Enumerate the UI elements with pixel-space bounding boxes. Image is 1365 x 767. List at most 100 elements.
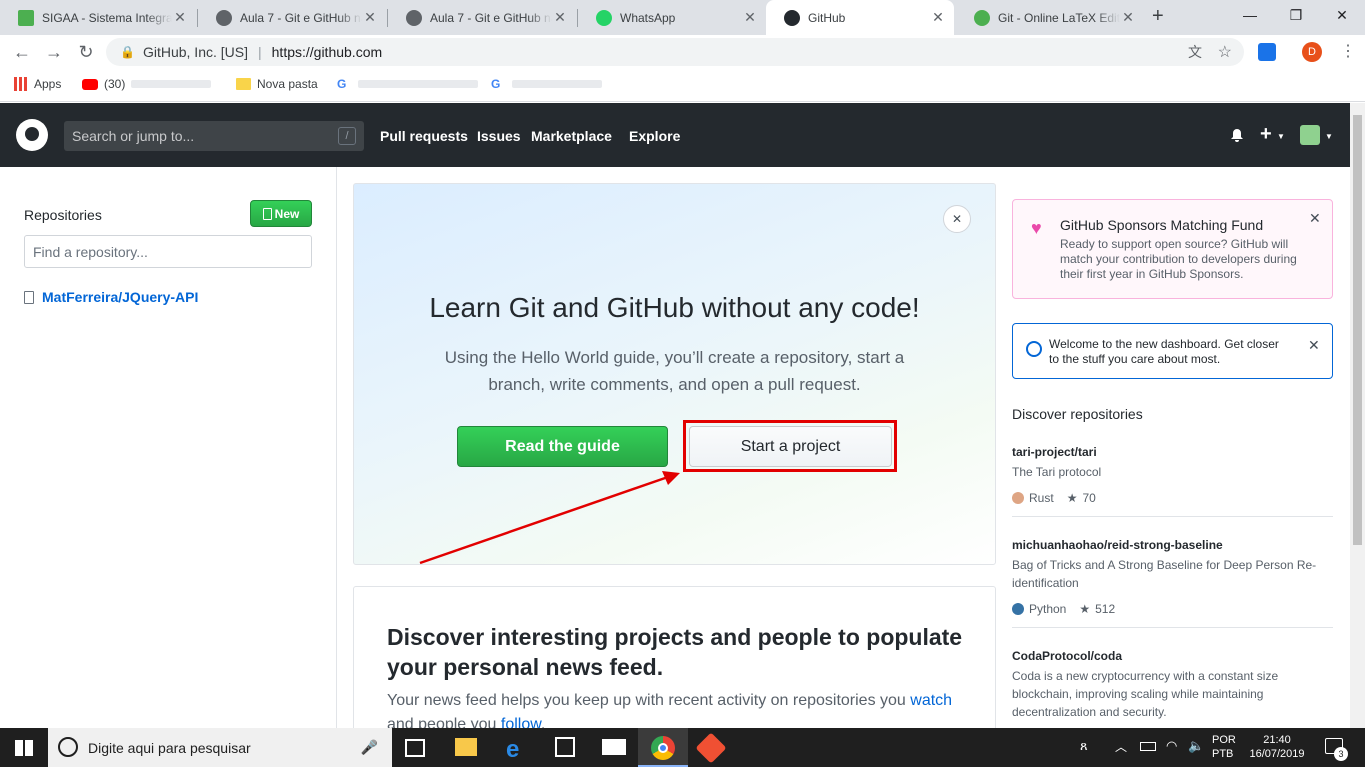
wifi-icon[interactable]: ◠: [1166, 738, 1177, 754]
close-icon[interactable]: ✕: [943, 205, 971, 233]
menu-icon[interactable]: ⋮: [1340, 41, 1356, 61]
address-bar[interactable]: 🔒 GitHub, Inc. [US] | https://github.com…: [106, 38, 1244, 66]
people-icon[interactable]: ጸ: [1080, 738, 1088, 754]
taskbar-search-placeholder: Digite aqui para pesquisar: [88, 739, 251, 756]
url-text: https://github.com: [271, 44, 383, 60]
hero-title: Learn Git and GitHub without any code!: [429, 292, 920, 323]
browser-tab[interactable]: Aula 7 - Git e GitHub na ✕: [388, 0, 576, 35]
repo-link[interactable]: MatFerreira/JQuery-API: [42, 289, 198, 305]
reload-icon[interactable]: ↻: [74, 40, 98, 64]
nav-issues[interactable]: Issues: [477, 128, 521, 144]
page-scrollbar[interactable]: [1350, 103, 1365, 728]
repo-list-item[interactable]: MatFerreira/JQuery-API: [24, 289, 198, 305]
user-avatar[interactable]: [1300, 125, 1320, 145]
bookmark-label: (30): [104, 77, 126, 91]
close-tab-icon[interactable]: ✕: [930, 9, 946, 26]
close-tab-icon[interactable]: ✕: [1120, 9, 1136, 26]
feed-text: Your news feed helps you keep up with re…: [387, 692, 911, 709]
repo-meta: Rust ★ 70: [1012, 491, 1333, 505]
google-icon: G: [491, 77, 501, 91]
keyboard-layout: PTB: [1212, 748, 1234, 760]
browser-tab[interactable]: SIGAA - Sistema Integrado ✕: [0, 0, 196, 35]
profile-avatar[interactable]: D: [1302, 42, 1322, 62]
close-tab-icon[interactable]: ✕: [172, 9, 188, 26]
repo-stars[interactable]: 512: [1095, 602, 1115, 616]
chrome-taskbar-button[interactable]: [638, 728, 688, 767]
bookmark-folder[interactable]: Nova pasta: [236, 77, 318, 91]
close-window-icon[interactable]: ✕: [1319, 0, 1365, 30]
windows-start-icon[interactable]: [15, 740, 33, 756]
bookmark-apps[interactable]: Apps: [14, 77, 61, 91]
browser-tab[interactable]: Aula 7 - Git e GitHub na ✕: [198, 0, 386, 35]
extension-icon[interactable]: [1258, 43, 1276, 61]
translate-icon[interactable]: 文: [1188, 42, 1202, 62]
watch-link[interactable]: watch: [910, 692, 952, 709]
star-icon: ★: [1066, 491, 1078, 505]
repo-language: Rust: [1029, 491, 1054, 505]
chevron-up-icon[interactable]: ︿: [1115, 738, 1127, 755]
new-tab-button[interactable]: +: [1152, 5, 1164, 28]
repo-language: Python: [1029, 602, 1067, 616]
browser-tab-active[interactable]: GitHub ✕: [766, 0, 954, 35]
read-the-guide-button[interactable]: Read the guide: [457, 426, 668, 467]
browser-tab-strip: SIGAA - Sistema Integrado ✕ Aula 7 - Git…: [0, 0, 1365, 35]
repo-name-link[interactable]: michuanhaohao/reid-strong-baseline: [1012, 538, 1333, 552]
sponsors-title: GitHub Sponsors Matching Fund: [1060, 217, 1264, 233]
volume-icon[interactable]: 🔈: [1188, 738, 1204, 754]
nav-pull-requests[interactable]: Pull requests: [380, 128, 468, 144]
scrollbar-thumb[interactable]: [1353, 115, 1362, 545]
minimize-icon[interactable]: —: [1227, 0, 1273, 30]
microphone-icon[interactable]: 🎤: [361, 739, 378, 756]
language-indicator[interactable]: POR PTB: [1212, 733, 1236, 761]
file-explorer-icon[interactable]: [455, 738, 477, 756]
repo-name-link[interactable]: CodaProtocol/coda: [1012, 649, 1333, 663]
close-icon[interactable]: ✕: [1309, 210, 1321, 227]
task-view-icon[interactable]: [405, 739, 425, 757]
bookmark-youtube[interactable]: (30): [82, 77, 212, 91]
bookmark-google[interactable]: G: [337, 77, 479, 91]
hero-description: Using the Hello World guide, you’ll crea…: [444, 348, 905, 394]
repo-description: Bag of Tricks and A Strong Baseline for …: [1012, 558, 1317, 590]
site-identity: GitHub, Inc. [US]: [142, 44, 248, 60]
browser-tab[interactable]: Git - Online LaTeX Editor ✕: [956, 0, 1144, 35]
bookmark-google[interactable]: G: [491, 77, 603, 91]
close-icon[interactable]: ✕: [1308, 337, 1320, 354]
search-input[interactable]: Search or jump to... /: [64, 121, 364, 151]
repo-description: Coda is a new cryptocurrency with a cons…: [1012, 669, 1279, 719]
start-a-project-button[interactable]: Start a project: [689, 426, 892, 467]
github-header: Search or jump to... / Pull requests Iss…: [0, 103, 1350, 167]
bell-icon[interactable]: [1230, 128, 1244, 143]
forward-icon[interactable]: →: [42, 40, 66, 64]
globe-icon: [406, 9, 422, 26]
store-icon[interactable]: [555, 737, 575, 757]
github-logo-icon[interactable]: [16, 119, 48, 151]
mail-icon[interactable]: [602, 739, 626, 755]
git-icon[interactable]: [695, 732, 727, 764]
browser-tab[interactable]: WhatsApp ✕: [578, 0, 766, 35]
star-icon[interactable]: ☆: [1218, 42, 1232, 62]
nav-marketplace[interactable]: Marketplace: [531, 128, 612, 144]
sponsors-notice: ♥ GitHub Sponsors Matching Fund Ready to…: [1012, 199, 1333, 299]
repo-stars[interactable]: 70: [1082, 491, 1095, 505]
find-placeholder: Find a repository...: [33, 244, 148, 260]
back-icon[interactable]: ←: [10, 40, 34, 64]
sponsors-text: Ready to support open source? GitHub wil…: [1060, 237, 1297, 281]
edge-icon[interactable]: e: [506, 736, 519, 763]
github-favicon-icon: [784, 9, 800, 26]
new-repo-button[interactable]: New: [250, 200, 312, 227]
close-tab-icon[interactable]: ✕: [742, 9, 758, 26]
close-tab-icon[interactable]: ✕: [552, 9, 568, 26]
clock[interactable]: 21:40 16/07/2019: [1242, 733, 1312, 761]
browser-toolbar: ← → ↻ 🔒 GitHub, Inc. [US] | https://gith…: [0, 35, 1365, 69]
notification-count-badge: 3: [1334, 747, 1348, 761]
tab-title: WhatsApp: [620, 10, 676, 25]
taskbar-search-box[interactable]: Digite aqui para pesquisar 🎤: [48, 728, 392, 767]
close-tab-icon[interactable]: ✕: [362, 9, 378, 26]
maximize-icon[interactable]: ❐: [1273, 0, 1319, 30]
repo-name-link[interactable]: tari-project/tari: [1012, 445, 1333, 459]
find-repository-input[interactable]: Find a repository...: [24, 235, 312, 268]
battery-icon[interactable]: [1140, 742, 1156, 751]
nav-explore[interactable]: Explore: [629, 128, 680, 144]
create-new-icon[interactable]: +: [1260, 123, 1272, 146]
feed-title: Discover interesting projects and people…: [387, 624, 963, 680]
